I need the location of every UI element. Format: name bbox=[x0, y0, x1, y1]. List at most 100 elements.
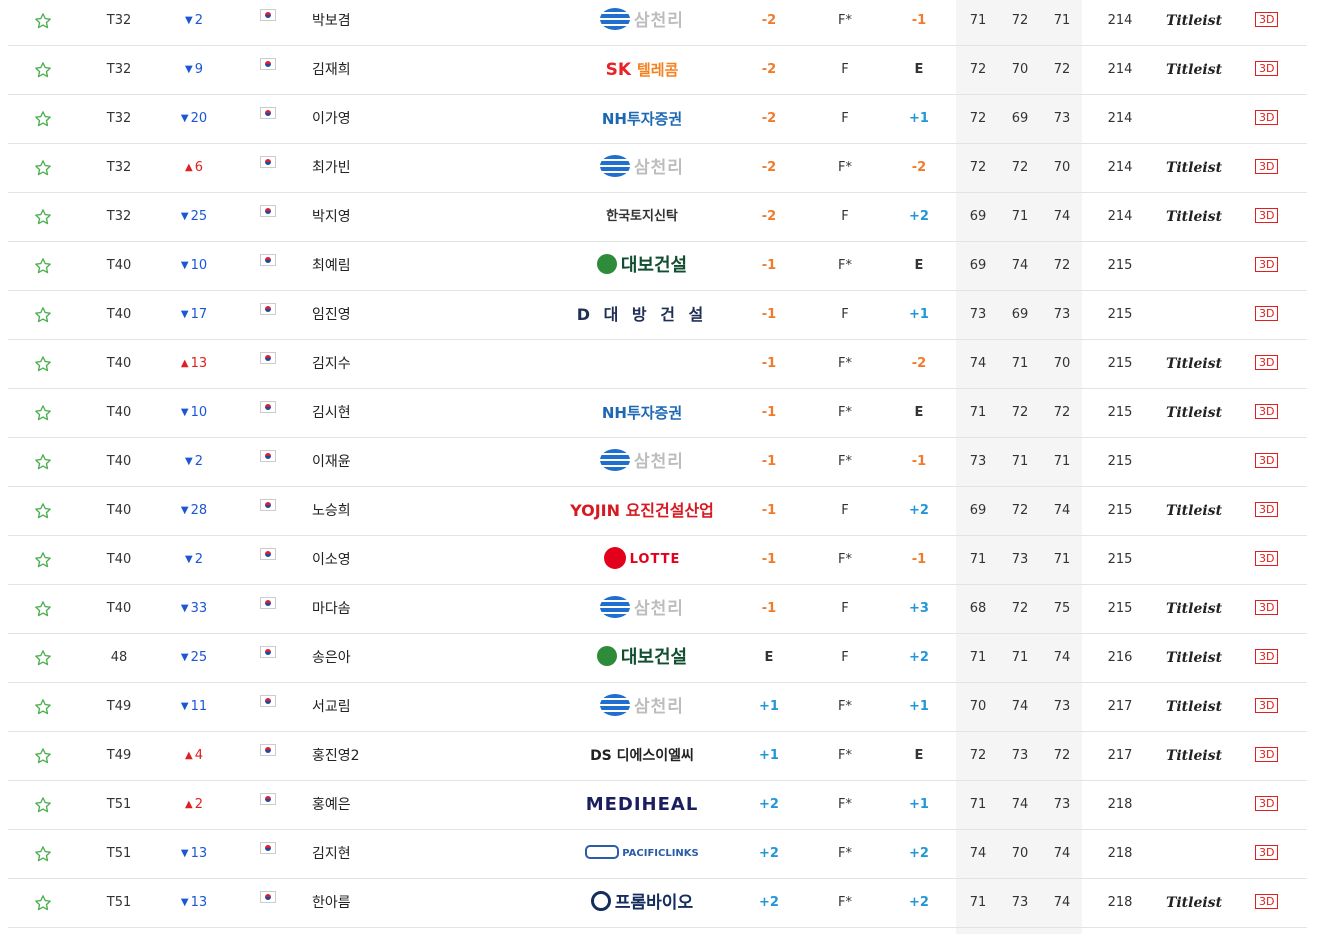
korea-flag-icon bbox=[260, 242, 278, 290]
total-strokes: 214 bbox=[1107, 209, 1133, 224]
player-name[interactable]: 마다솜 bbox=[312, 585, 432, 633]
favorite-star-icon[interactable] bbox=[29, 585, 57, 633]
player-name[interactable]: 박보겸 bbox=[312, 0, 432, 45]
korea-flag-icon bbox=[260, 879, 278, 927]
thru-hole: F bbox=[841, 307, 849, 322]
round-1-score: 74 bbox=[969, 356, 987, 371]
favorite-star-icon[interactable] bbox=[29, 536, 57, 584]
player-name[interactable]: 최예림 bbox=[312, 242, 432, 290]
korea-flag-icon bbox=[260, 781, 278, 829]
player-name[interactable]: 송은아 bbox=[312, 634, 432, 682]
sponsor-logo: 프롬바이오 bbox=[568, 879, 716, 927]
player-name[interactable]: 서교림 bbox=[312, 683, 432, 731]
favorite-star-icon[interactable] bbox=[29, 879, 57, 927]
favorite-star-icon[interactable] bbox=[29, 487, 57, 535]
rank-change: ▼ 13 bbox=[168, 879, 220, 927]
favorite-star-icon[interactable] bbox=[29, 389, 57, 437]
favorite-star-icon[interactable] bbox=[29, 830, 57, 878]
view-3d-button[interactable]: 3D bbox=[1255, 144, 1283, 192]
today-score: +1 bbox=[909, 699, 929, 714]
favorite-star-icon[interactable] bbox=[29, 438, 57, 486]
view-3d-button[interactable]: 3D bbox=[1255, 389, 1283, 437]
view-3d-button[interactable]: 3D bbox=[1255, 95, 1283, 143]
korea-flag-icon bbox=[260, 291, 278, 339]
view-3d-button[interactable]: 3D bbox=[1255, 830, 1283, 878]
table-row: T51 ▼ 13 한아름 프롬바이오 +2 F* +2 71 73 74 218 … bbox=[8, 879, 1307, 928]
equipment-brand-logo: Titleist bbox=[1165, 356, 1223, 372]
view-3d-button[interactable]: 3D bbox=[1255, 291, 1283, 339]
player-name[interactable]: 홍예은 bbox=[312, 781, 432, 829]
table-row: T40 ▼ 2 이소영 LOTTE -1 F* -1 71 73 71 215 3… bbox=[8, 536, 1307, 585]
round-2-score: 71 bbox=[1011, 650, 1029, 665]
sponsor-logo: NH투자증권 bbox=[568, 95, 716, 143]
thru-hole: F* bbox=[838, 699, 852, 714]
round-3-score: 74 bbox=[1053, 650, 1071, 665]
view-3d-button[interactable]: 3D bbox=[1255, 536, 1283, 584]
favorite-star-icon[interactable] bbox=[29, 781, 57, 829]
player-name[interactable]: 이재윤 bbox=[312, 438, 432, 486]
player-name[interactable]: 이가영 bbox=[312, 95, 432, 143]
player-name[interactable]: 김시현 bbox=[312, 389, 432, 437]
round-2-score: 72 bbox=[1011, 601, 1029, 616]
sponsor-logo: 대보건설 bbox=[568, 242, 716, 290]
round-1-score: 71 bbox=[969, 13, 987, 28]
player-name[interactable]: 한아름 bbox=[312, 879, 432, 927]
view-3d-button[interactable]: 3D bbox=[1255, 242, 1283, 290]
player-name[interactable]: 홍진영2 bbox=[312, 732, 432, 780]
sponsor-logo: 삼천리 bbox=[568, 0, 716, 45]
player-name[interactable]: 최가빈 bbox=[312, 144, 432, 192]
player-name[interactable]: 이소영 bbox=[312, 536, 432, 584]
total-to-par: +2 bbox=[759, 895, 779, 910]
player-name[interactable]: 김재희 bbox=[312, 46, 432, 94]
view-3d-button[interactable]: 3D bbox=[1255, 438, 1283, 486]
view-3d-button[interactable]: 3D bbox=[1255, 879, 1283, 927]
view-3d-button[interactable]: 3D bbox=[1255, 634, 1283, 682]
view-3d-button[interactable]: 3D bbox=[1255, 585, 1283, 633]
player-name[interactable]: 김지현 bbox=[312, 830, 432, 878]
thru-hole: F* bbox=[838, 356, 852, 371]
korea-flag-icon bbox=[260, 634, 278, 682]
favorite-star-icon[interactable] bbox=[29, 242, 57, 290]
equipment-brand-logo bbox=[1164, 781, 1224, 829]
today-score: +1 bbox=[909, 307, 929, 322]
rank-change-value: 25 bbox=[190, 650, 208, 665]
player-name[interactable]: 김지수 bbox=[312, 340, 432, 388]
player-name[interactable]: 임진영 bbox=[312, 291, 432, 339]
korea-flag-icon bbox=[260, 487, 278, 535]
favorite-star-icon[interactable] bbox=[29, 144, 57, 192]
view-3d-button[interactable]: 3D bbox=[1255, 0, 1283, 45]
player-name[interactable]: 노승희 bbox=[312, 487, 432, 535]
equipment-brand-logo bbox=[1164, 438, 1224, 486]
rank: T51 bbox=[106, 846, 132, 861]
favorite-star-icon[interactable] bbox=[29, 732, 57, 780]
favorite-star-icon[interactable] bbox=[29, 193, 57, 241]
player-name[interactable]: 박지영 bbox=[312, 193, 432, 241]
view-3d-button[interactable]: 3D bbox=[1255, 683, 1283, 731]
favorite-star-icon[interactable] bbox=[29, 291, 57, 339]
round-3-score: 74 bbox=[1053, 895, 1071, 910]
view-3d-button[interactable]: 3D bbox=[1255, 340, 1283, 388]
view-3d-button[interactable]: 3D bbox=[1255, 46, 1283, 94]
favorite-star-icon[interactable] bbox=[29, 683, 57, 731]
korea-flag-icon bbox=[260, 46, 278, 94]
total-to-par: -2 bbox=[761, 13, 777, 28]
round-1-score: 68 bbox=[969, 601, 987, 616]
equipment-brand-logo: Titleist bbox=[1165, 209, 1223, 225]
view-3d-button[interactable]: 3D bbox=[1255, 781, 1283, 829]
rank-change-arrow-icon: ▲ bbox=[180, 358, 189, 369]
favorite-star-icon[interactable] bbox=[29, 340, 57, 388]
view-3d-button[interactable]: 3D bbox=[1255, 487, 1283, 535]
today-score: +2 bbox=[909, 895, 929, 910]
view-3d-button[interactable]: 3D bbox=[1255, 732, 1283, 780]
favorite-star-icon[interactable] bbox=[29, 634, 57, 682]
rank-change-arrow-icon: ▼ bbox=[185, 15, 193, 26]
favorite-star-icon[interactable] bbox=[29, 95, 57, 143]
favorite-star-icon[interactable] bbox=[29, 0, 57, 45]
view-3d-button[interactable]: 3D bbox=[1255, 193, 1283, 241]
korea-flag-icon bbox=[260, 536, 278, 584]
rank-change-arrow-icon: ▲ bbox=[185, 799, 193, 810]
round-1-score: 71 bbox=[969, 552, 987, 567]
total-to-par: +2 bbox=[759, 846, 779, 861]
sponsor-logo: MEDIHEAL bbox=[568, 781, 716, 829]
favorite-star-icon[interactable] bbox=[29, 46, 57, 94]
